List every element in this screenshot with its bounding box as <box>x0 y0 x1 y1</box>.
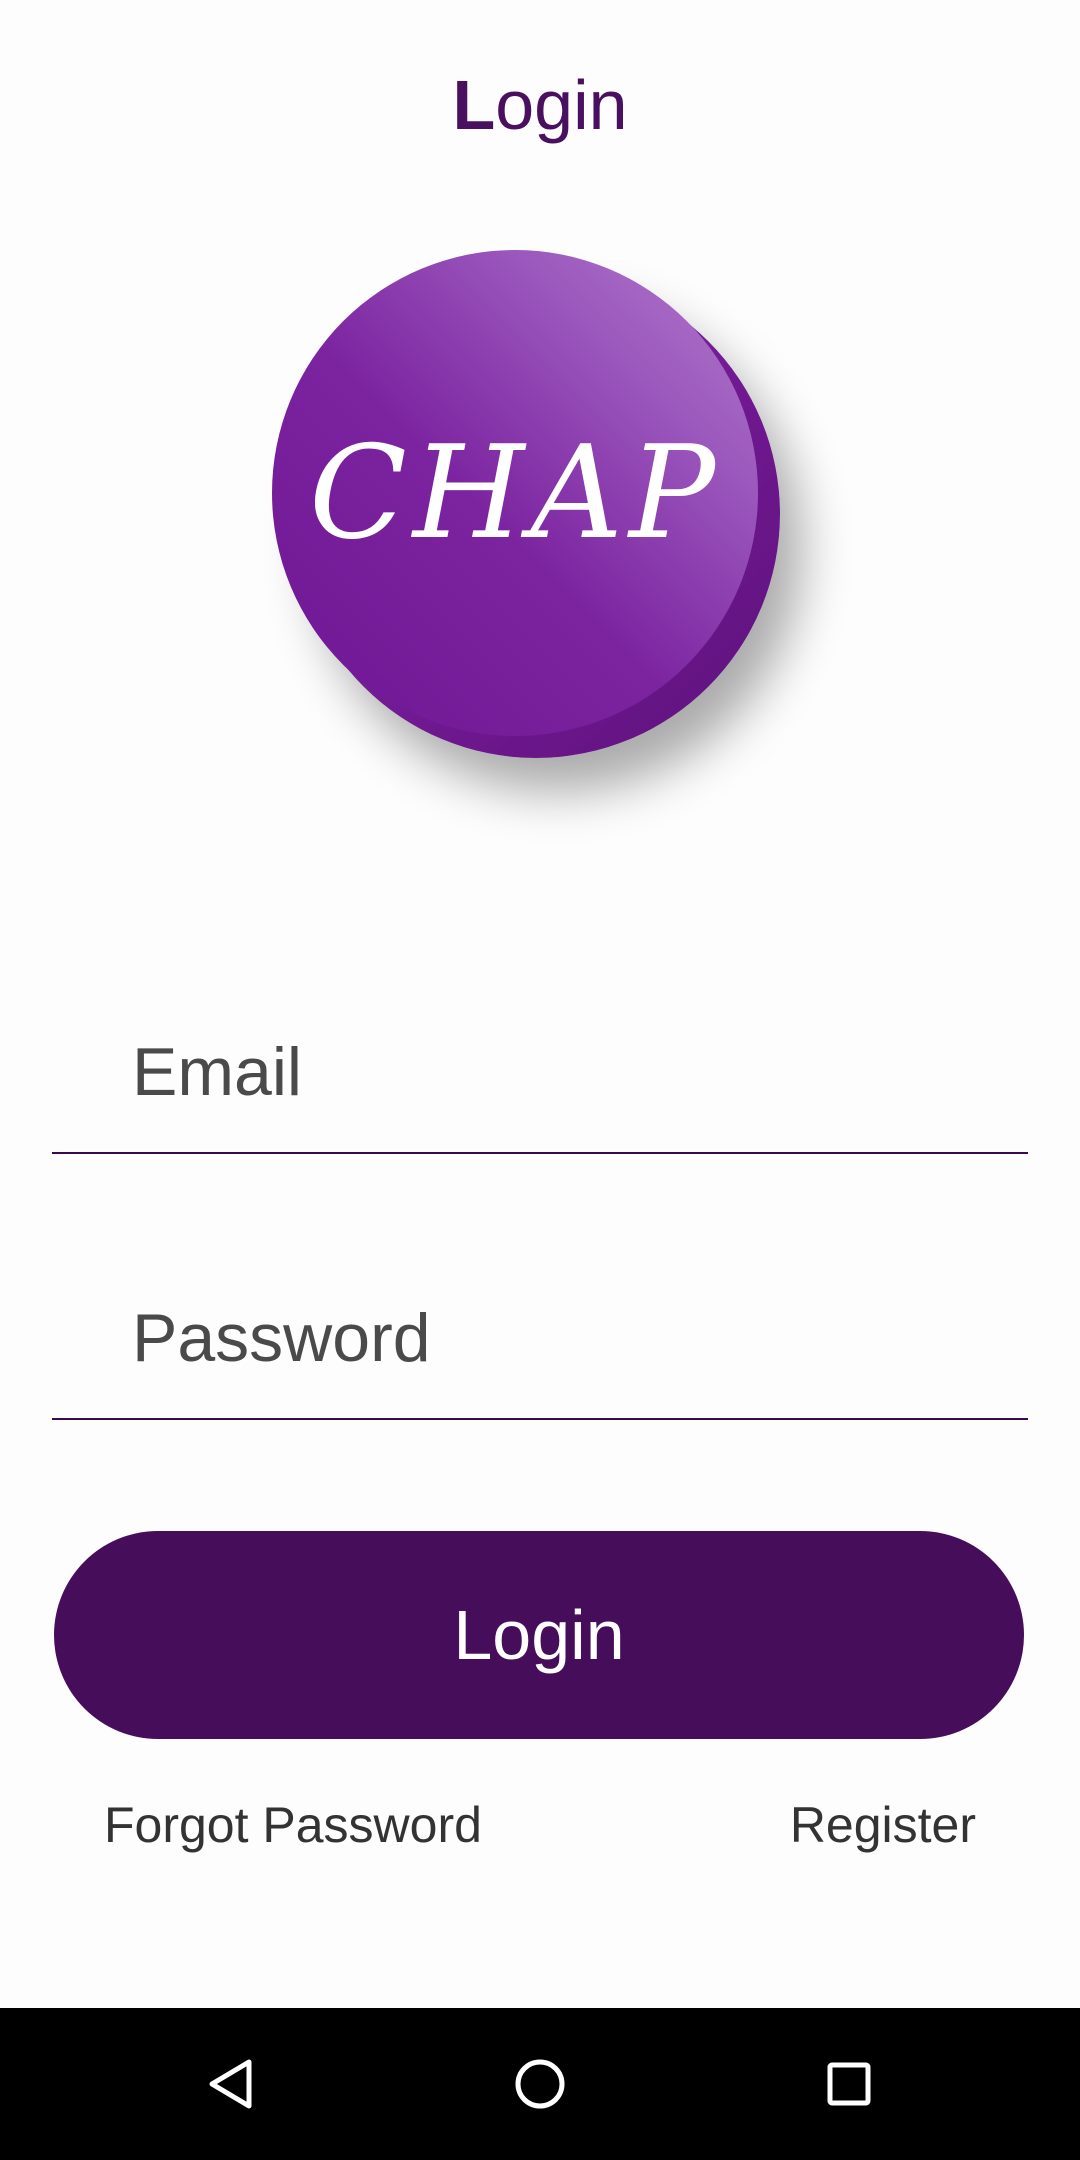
register-link[interactable]: Register <box>790 1795 976 1855</box>
forgot-password-link[interactable]: Forgot Password <box>104 1795 482 1855</box>
page-title-initial: L <box>452 66 496 144</box>
login-button[interactable]: Login <box>54 1531 1024 1739</box>
back-triangle-icon <box>209 2059 252 2109</box>
password-input[interactable] <box>132 1278 1012 1398</box>
nav-home-button[interactable] <box>504 2048 576 2120</box>
email-field <box>52 1012 1028 1154</box>
system-navigation-bar <box>0 2008 1080 2160</box>
page-title-rest: ogin <box>495 66 628 144</box>
email-input[interactable] <box>132 1012 1012 1132</box>
nav-recents-button[interactable] <box>813 2048 885 2120</box>
password-field <box>52 1278 1028 1420</box>
chap-logo: CHAP <box>270 248 790 768</box>
login-screen: Login CHAP Login Forgot Password Registe… <box>0 0 1080 2160</box>
recents-square-icon <box>827 2062 871 2106</box>
home-circle-icon <box>515 2059 565 2109</box>
page-title: Login <box>0 60 1080 150</box>
nav-back-button[interactable] <box>195 2048 267 2120</box>
logo-text: CHAP <box>308 418 722 568</box>
